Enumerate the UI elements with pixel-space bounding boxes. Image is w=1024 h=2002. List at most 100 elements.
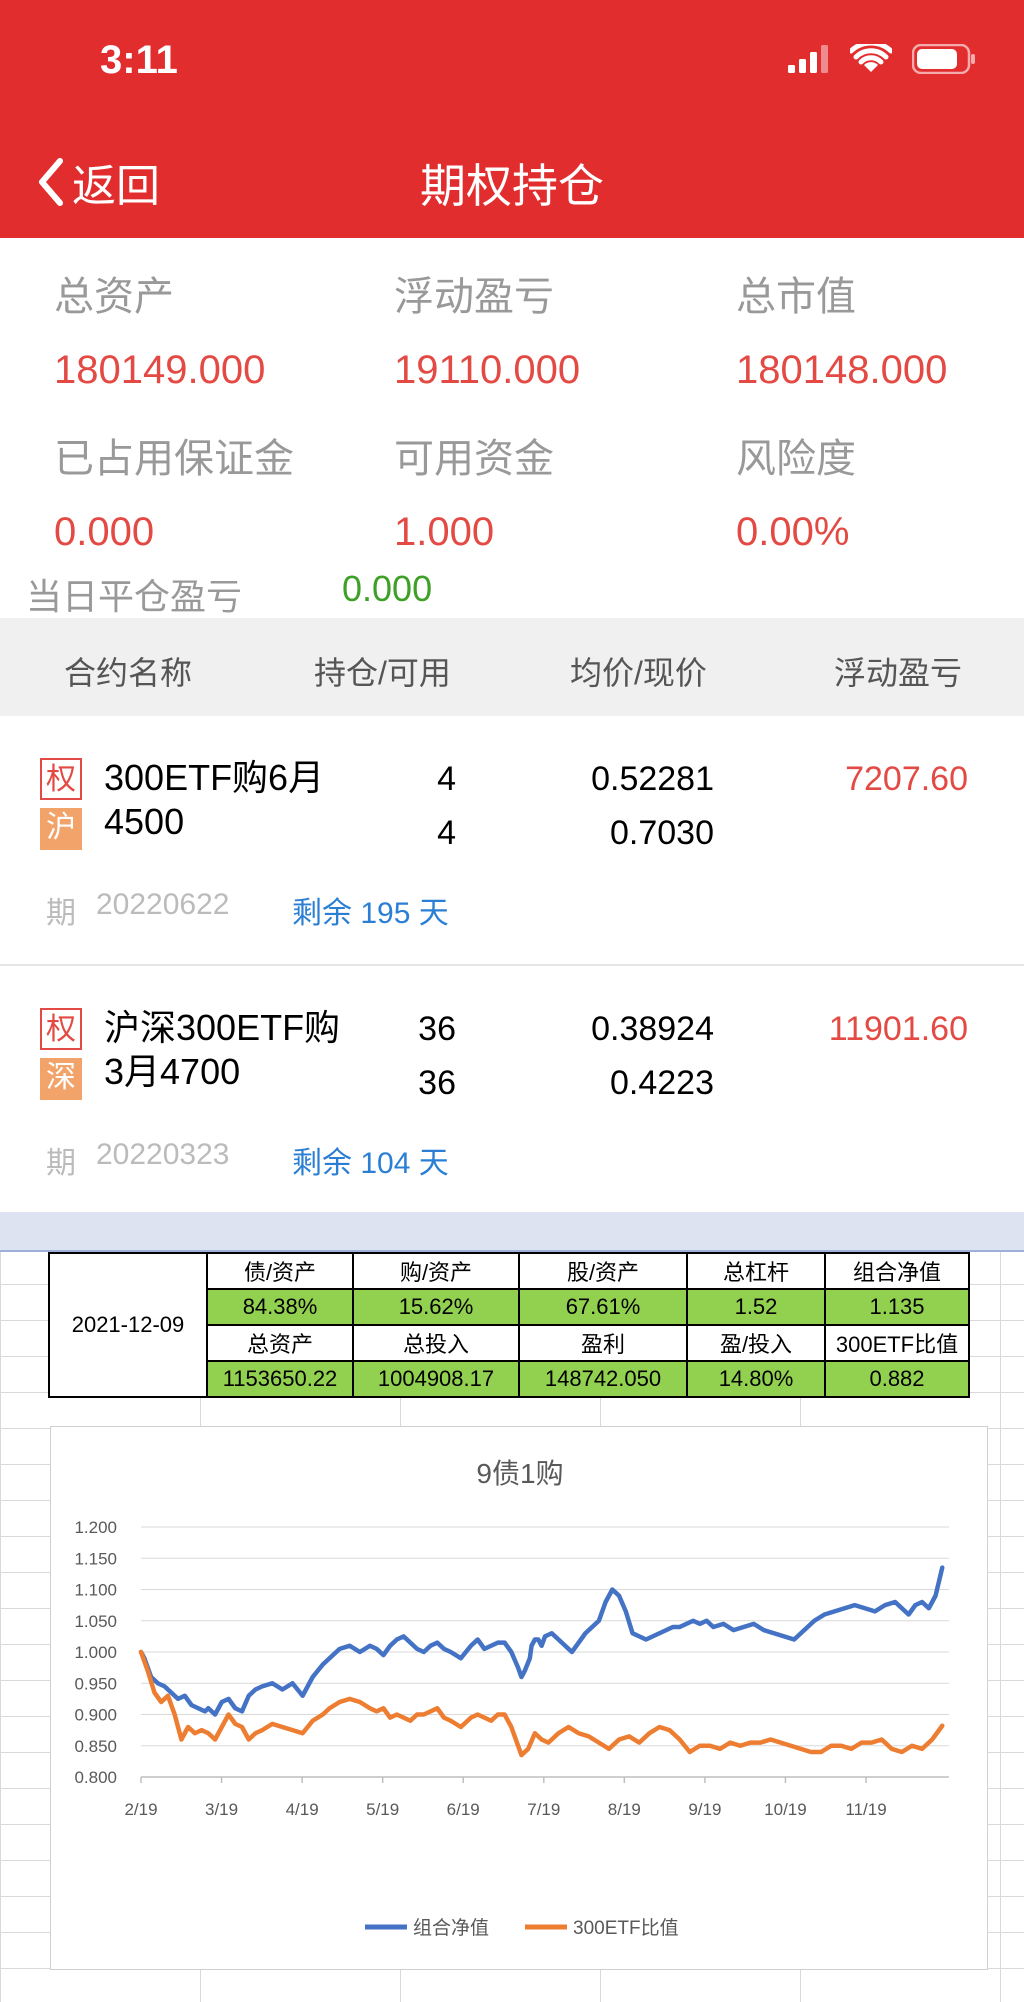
chart-title: 9债1购 xyxy=(476,1458,563,1489)
status-icons xyxy=(788,44,976,74)
stats-value: 67.61% xyxy=(518,1288,688,1326)
col-contract-name: 合约名称 xyxy=(64,655,193,691)
expiry-date: 20220323 xyxy=(96,1138,230,1171)
col-price: 均价/现价 xyxy=(570,655,707,691)
avg-price: 0.38924 xyxy=(591,1010,714,1048)
stats-label: 股/资产 xyxy=(518,1252,688,1290)
stats-value: 14.80% xyxy=(686,1360,826,1398)
stats-label: 300ETF比值 xyxy=(824,1324,970,1362)
current-price: 0.7030 xyxy=(610,814,714,852)
y-tick-label: 1.100 xyxy=(74,1581,117,1600)
y-tick-label: 0.800 xyxy=(74,1768,117,1787)
risk-degree-value: 0.00% xyxy=(736,510,850,554)
stats-label: 购/资产 xyxy=(352,1252,520,1290)
y-tick-label: 1.200 xyxy=(74,1518,117,1537)
x-tick-label: 6/19 xyxy=(447,1800,480,1819)
floating-pnl-label: 浮动盈亏 xyxy=(394,275,554,319)
total-assets: 总资产 180149.000 xyxy=(54,264,384,393)
option-tag: 权 xyxy=(40,1008,82,1050)
battery-icon xyxy=(912,44,975,74)
x-tick-label: 9/19 xyxy=(688,1800,721,1819)
col-position: 持仓/可用 xyxy=(314,655,451,691)
y-tick-label: 1.150 xyxy=(74,1549,117,1568)
x-tick-label: 2/19 xyxy=(124,1800,157,1819)
wifi-icon xyxy=(850,44,892,72)
stats-label: 总杠杆 xyxy=(686,1252,826,1290)
col-pnl: 浮动盈亏 xyxy=(834,655,963,691)
available-funds-value: 1.000 xyxy=(394,510,495,554)
risk-degree-label: 风险度 xyxy=(736,437,856,481)
floating-pnl: 浮动盈亏 19110.000 xyxy=(394,264,724,393)
series-line-etf-ratio xyxy=(138,1649,945,1758)
days-remaining: 剩余 195 天 xyxy=(292,897,449,930)
market-value-label: 总市值 xyxy=(736,275,856,319)
margin-used-value: 0.000 xyxy=(54,510,155,554)
account-summary: 总资产 180149.000 浮动盈亏 19110.000 总市值 180148… xyxy=(0,238,1024,618)
x-tick-label: 4/19 xyxy=(286,1800,319,1819)
margin-used: 已占用保证金 0.000 xyxy=(54,426,384,555)
y-tick-label: 0.850 xyxy=(74,1737,117,1756)
floating-pnl-value: 19110.000 xyxy=(394,348,581,392)
market-value: 总市值 180148.000 xyxy=(736,264,1024,393)
spreadsheet-header-band xyxy=(0,1212,1024,1252)
position-pnl: 11901.60 xyxy=(828,1010,968,1048)
stats-label: 组合净值 xyxy=(824,1252,970,1290)
exchange-tag: 沪 xyxy=(40,808,82,850)
total-assets-value: 180149.000 xyxy=(54,348,266,392)
stats-value: 1004908.17 xyxy=(352,1360,520,1398)
y-tick-label: 1.000 xyxy=(74,1643,117,1662)
avg-price: 0.52281 xyxy=(591,760,714,798)
nav-chart: 9债1购 1.200 1.150 1.100 1.050 1.000 0.950 0.900 0… xyxy=(50,1426,988,1970)
positions-header: 合约名称 持仓/可用 均价/现价 浮动盈亏 xyxy=(0,618,1024,716)
expiry-prefix: 期 xyxy=(46,897,76,930)
x-tick-label: 10/19 xyxy=(764,1800,807,1819)
legend-label: 300ETF比值 xyxy=(573,1917,679,1939)
position-row[interactable]: 权 深 沪深300ETF购3月4700 36 36 0.38924 0.4223… xyxy=(0,966,1024,1216)
expiry-prefix: 期 xyxy=(46,1147,76,1180)
avail-qty: 36 xyxy=(418,1064,456,1102)
stats-label: 盈/投入 xyxy=(686,1324,826,1362)
option-tag: 权 xyxy=(40,758,82,800)
app-header: 3:11 返回 期权持仓 xyxy=(0,0,1024,238)
stats-value: 1153650.22 xyxy=(206,1360,354,1398)
stats-date: 2021-12-09 xyxy=(48,1252,208,1398)
today-close-pnl-label: 当日平仓盈亏 xyxy=(26,576,243,617)
risk-degree: 风险度 0.00% xyxy=(736,426,1024,555)
status-time: 3:11 xyxy=(100,38,178,82)
stats-value: 1.52 xyxy=(686,1288,826,1326)
days-remaining: 剩余 104 天 xyxy=(292,1147,449,1180)
legend-label: 组合净值 xyxy=(413,1917,489,1939)
exchange-tag: 深 xyxy=(40,1058,82,1100)
stats-value: 84.38% xyxy=(206,1288,354,1326)
total-assets-label: 总资产 xyxy=(54,275,174,319)
stats-value: 148742.050 xyxy=(518,1360,688,1398)
portfolio-stats-table: 2021-12-09 债/资产 购/资产 股/资产 总杠杆 组合净值 84.38… xyxy=(48,1252,970,1398)
available-funds-label: 可用资金 xyxy=(394,437,554,481)
avail-qty: 4 xyxy=(437,814,456,852)
position-row[interactable]: 权 沪 300ETF购6月4500 4 4 0.52281 0.7030 720… xyxy=(0,716,1024,966)
stats-value: 0.882 xyxy=(824,1360,970,1398)
y-tick-label: 0.900 xyxy=(74,1706,117,1725)
x-tick-label: 5/19 xyxy=(366,1800,399,1819)
expiry-date: 20220622 xyxy=(96,888,230,921)
available-funds: 可用资金 1.000 xyxy=(394,426,724,555)
stats-label: 总资产 xyxy=(206,1324,354,1362)
current-price: 0.4223 xyxy=(610,1064,714,1102)
signal-icon xyxy=(788,45,828,73)
market-value-value: 180148.000 xyxy=(736,348,948,392)
stats-label: 盈利 xyxy=(518,1324,688,1362)
stats-value: 15.62% xyxy=(352,1288,520,1326)
x-tick-label: 11/19 xyxy=(845,1800,886,1819)
contract-name: 沪深300ETF购3月4700 xyxy=(104,1007,341,1092)
page-title: 期权持仓 xyxy=(420,160,604,212)
today-close-pnl-value: 0.000 xyxy=(342,568,433,609)
nav-line-chart: 9债1购 1.200 1.150 1.100 1.050 1.000 0.950 0.900 0… xyxy=(74,1458,949,1939)
hold-qty: 36 xyxy=(418,1010,456,1048)
y-tick-label: 0.950 xyxy=(74,1674,117,1693)
stats-label: 总投入 xyxy=(352,1324,520,1362)
hold-qty: 4 xyxy=(437,760,456,798)
x-tick-label: 7/19 xyxy=(527,1800,560,1819)
x-tick-label: 8/19 xyxy=(608,1800,641,1819)
margin-used-label: 已占用保证金 xyxy=(54,437,294,481)
stats-label: 债/资产 xyxy=(206,1252,354,1290)
